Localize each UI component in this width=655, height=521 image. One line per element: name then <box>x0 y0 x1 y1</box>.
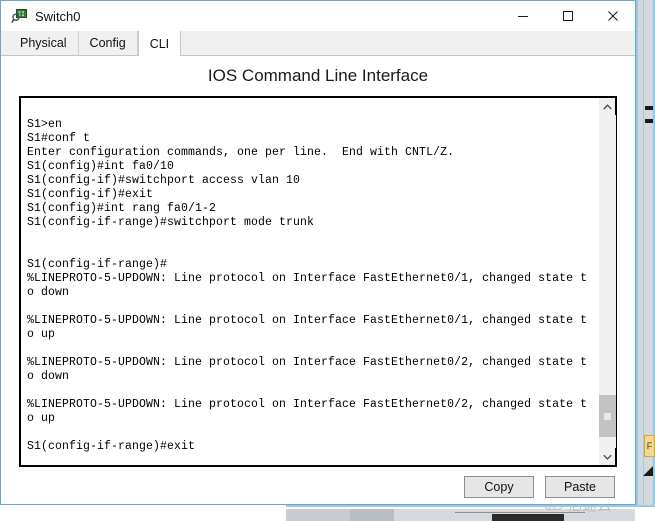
terminal-line: o up <box>27 328 56 341</box>
background-cursor-arrow-icon <box>643 466 653 476</box>
close-button[interactable] <box>590 1 635 31</box>
screen: F 亿速云 Switch0 Physical Config CLI IOS Co… <box>0 0 655 521</box>
chevron-down-icon <box>603 454 612 460</box>
close-icon <box>607 11 618 21</box>
background-dark-chip <box>492 514 564 521</box>
terminal-line: %LINEPROTO-5-UPDOWN: Line protocol on In… <box>27 314 588 327</box>
terminal-container: S1>en S1#conf t Enter configuration comman… <box>19 96 617 467</box>
background-marker <box>645 106 653 110</box>
minimize-icon <box>517 16 528 17</box>
tab-cli[interactable]: CLI <box>137 31 182 56</box>
tab-bar: Physical Config CLI <box>1 31 635 56</box>
background-taskbar-strip <box>350 509 394 521</box>
scroll-down-button[interactable] <box>599 448 616 465</box>
terminal-line: o down <box>27 370 70 383</box>
background-taskbar-strip <box>286 509 350 521</box>
terminal-line: S1(config-if)#switchport access vlan 10 <box>27 174 301 187</box>
terminal-line: %LINEPROTO-5-UPDOWN: Line protocol on In… <box>27 272 588 285</box>
terminal-scrollbar[interactable] <box>598 98 616 465</box>
terminal-line: S1(config)#int fa0/10 <box>27 160 175 173</box>
terminal-line: S1(config-if)#exit <box>27 188 154 201</box>
terminal-line: S1(config-if-range)#switchport mode trun… <box>27 216 315 229</box>
window-controls <box>500 1 635 31</box>
copy-button[interactable]: Copy <box>464 476 534 498</box>
terminal-line: o down <box>27 286 70 299</box>
background-note-tab: F <box>644 435 655 457</box>
tab-physical[interactable]: Physical <box>9 31 79 55</box>
terminal-line: %LINEPROTO-5-UPDOWN: Line protocol on In… <box>27 356 588 369</box>
terminal-line: o up <box>27 412 56 425</box>
window-title: Switch0 <box>35 8 81 24</box>
background-marker <box>645 119 653 123</box>
scroll-track[interactable] <box>599 115 616 448</box>
terminal-line: %LINEPROTO-5-UPDOWN: Line protocol on In… <box>27 398 588 411</box>
maximize-icon <box>562 11 573 21</box>
terminal-line: S1#conf t <box>27 132 91 145</box>
switch-device-window: Switch0 Physical Config CLI IOS Command … <box>0 0 636 505</box>
action-buttons: Copy Paste <box>464 476 615 498</box>
terminal-line: S1(config)#int rang fa0/1-2 <box>27 202 217 215</box>
tab-config[interactable]: Config <box>78 31 138 55</box>
maximize-button[interactable] <box>545 1 590 31</box>
background-edge-line <box>636 0 638 511</box>
switch-device-icon <box>11 8 27 23</box>
panel-heading: IOS Command Line Interface <box>207 66 429 85</box>
terminal-line: S1>en <box>27 118 63 131</box>
title-bar: Switch0 <box>1 1 635 31</box>
paste-button[interactable]: Paste <box>545 476 615 498</box>
chevron-up-icon <box>603 103 612 109</box>
cli-panel: IOS Command Line Interface S1>en S1#conf … <box>1 56 635 503</box>
terminal-line: S1(config-if-range)#exit <box>27 440 196 453</box>
scroll-thumb-grip <box>604 413 611 420</box>
terminal-line: Enter configuration commands, one per li… <box>27 146 455 159</box>
terminal-output[interactable]: S1>en S1#conf t Enter configuration comman… <box>21 98 598 465</box>
terminal-line: S1(config-if-range)# <box>27 258 168 271</box>
minimize-button[interactable] <box>500 1 545 31</box>
scroll-thumb[interactable] <box>599 395 616 437</box>
scroll-up-button[interactable] <box>599 98 616 115</box>
